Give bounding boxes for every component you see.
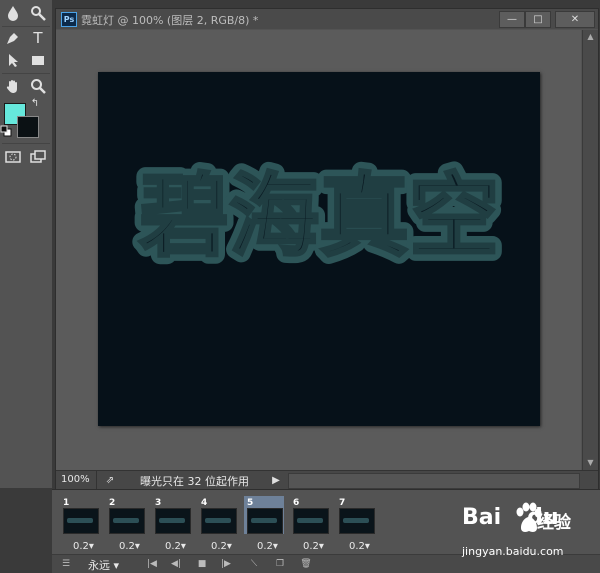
frame-number: 1	[63, 498, 70, 508]
neon-text: 碧海真空	[139, 164, 499, 269]
timeline-frame[interactable]: 5	[244, 496, 284, 534]
background-color[interactable]	[17, 116, 39, 138]
vertical-scrollbar[interactable]: ▲ ▼	[582, 30, 598, 470]
convert-timeline-icon[interactable]: ☰	[58, 557, 74, 571]
tween-icon[interactable]: ⟍	[246, 557, 262, 571]
timeline-frame[interactable]: 7	[336, 496, 376, 534]
horizontal-scrollbar[interactable]	[288, 473, 580, 489]
frame-delay-select[interactable]: 0.2▾	[211, 541, 232, 552]
baidu-jingyan-label: 经验	[537, 513, 571, 533]
stop-icon[interactable]: ■	[194, 557, 210, 571]
frame-thumbnail	[63, 508, 99, 534]
baidu-watermark: Bai du 经验 jingyan.baidu.com	[462, 498, 600, 568]
minimize-button[interactable]: —	[499, 11, 525, 28]
status-bar: 100% ⇗ 曝光只在 32 位起作用 ▶	[56, 470, 598, 490]
type-icon[interactable]: T	[27, 28, 49, 48]
swap-colors-icon[interactable]: ↰	[28, 96, 42, 110]
screen-mode-icon[interactable]	[27, 147, 49, 167]
frame-number: 2	[109, 498, 116, 508]
document-window: Ps 霓虹灯 @ 100% (图层 2, RGB/8) * — □ ✕ ▲ ▼ …	[55, 8, 599, 490]
document-canvas[interactable]: 碧海真空 碧海真空	[98, 72, 540, 426]
frame-thumbnail	[201, 508, 237, 534]
status-menu-arrow-icon[interactable]: ▶	[268, 472, 284, 488]
frame-delay-select[interactable]: 0.2▾	[303, 541, 324, 552]
hand-icon[interactable]	[2, 76, 24, 96]
frame-thumbnail	[155, 508, 191, 534]
frame-number: 7	[339, 498, 346, 508]
zoom-icon[interactable]	[27, 76, 49, 96]
frame-number: 5	[247, 498, 254, 508]
status-message: 曝光只在 32 位起作用	[140, 475, 249, 488]
timeline-frame[interactable]: 4	[198, 496, 238, 534]
frame-number: 3	[155, 498, 162, 508]
rectangle-icon[interactable]	[27, 50, 49, 70]
tools-panel: T ↰	[0, 0, 53, 488]
scroll-up-icon[interactable]: ▲	[583, 30, 598, 44]
close-button[interactable]: ✕	[555, 11, 595, 28]
drop-icon[interactable]	[2, 3, 24, 23]
frame-thumbnail	[247, 508, 283, 534]
share-icon[interactable]: ⇗	[102, 472, 118, 488]
quick-mask-icon[interactable]	[2, 147, 24, 167]
delete-frame-icon[interactable]: 🗑	[298, 557, 314, 571]
frame-thumbnail	[339, 508, 375, 534]
zoom-level[interactable]: 100%	[61, 474, 90, 485]
canvas-artwork: 碧海真空 碧海真空	[131, 156, 507, 277]
frame-thumbnail	[293, 508, 329, 534]
frame-delay-select[interactable]: 0.2▾	[119, 541, 140, 552]
default-colors-icon[interactable]	[0, 125, 12, 137]
maximize-button[interactable]: □	[525, 11, 551, 28]
timeline-frame[interactable]: 2	[106, 496, 146, 534]
photoshop-logo-icon: Ps	[61, 12, 77, 27]
frame-number: 6	[293, 498, 300, 508]
prev-frame-icon[interactable]: ◀|	[168, 557, 184, 571]
baidu-url: jingyan.baidu.com	[462, 545, 564, 558]
duplicate-frame-icon[interactable]: ❐	[272, 557, 288, 571]
document-titlebar: Ps 霓虹灯 @ 100% (图层 2, RGB/8) * — □ ✕	[56, 9, 598, 29]
next-frame-icon[interactable]: |▶	[218, 557, 234, 571]
timeline-frame[interactable]: 1	[60, 496, 100, 534]
frame-delay-select[interactable]: 0.2▾	[165, 541, 186, 552]
document-title: 霓虹灯 @ 100% (图层 2, RGB/8) *	[81, 14, 259, 27]
frame-thumbnail	[109, 508, 145, 534]
path-select-icon[interactable]	[2, 50, 24, 70]
scroll-down-icon[interactable]: ▼	[583, 456, 598, 470]
frame-number: 4	[201, 498, 208, 508]
timeline-frame[interactable]: 6	[290, 496, 330, 534]
frame-delay-select[interactable]: 0.2▾	[349, 541, 370, 552]
dodge-icon[interactable]	[27, 3, 49, 23]
frame-delay-select[interactable]: 0.2▾	[257, 541, 278, 552]
pen-icon[interactable]	[2, 28, 24, 48]
first-frame-icon[interactable]: |◀	[144, 557, 160, 571]
timeline-frame[interactable]: 3	[152, 496, 192, 534]
frame-delay-select[interactable]: 0.2▾	[73, 541, 94, 552]
